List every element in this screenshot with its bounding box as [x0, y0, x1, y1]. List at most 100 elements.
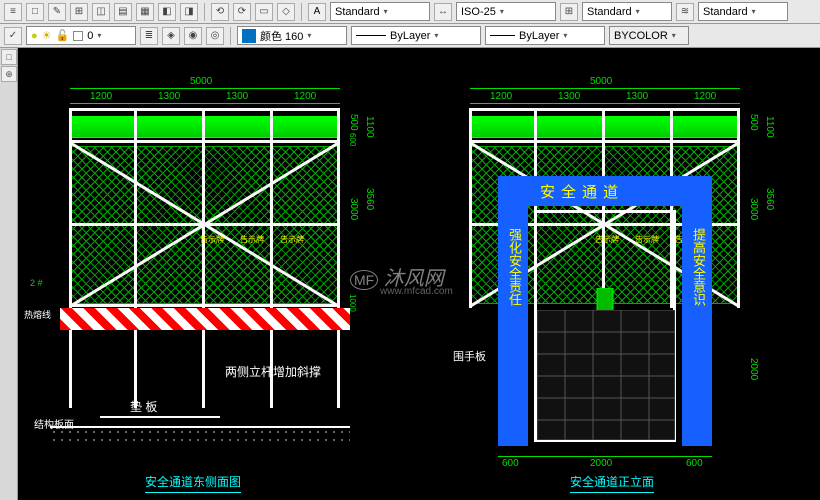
- dim-3000: 3000: [348, 198, 359, 220]
- dim-600: 600: [348, 133, 357, 146]
- floor-grid: [537, 310, 675, 440]
- sign-right-text: 提高安全意识: [689, 228, 708, 306]
- ground-hatch: [50, 426, 350, 444]
- chevron-down-icon: ▾: [752, 7, 756, 16]
- dim-5000-r: 5000: [590, 76, 612, 87]
- chevron-down-icon: ▾: [563, 31, 567, 40]
- sun-icon: ☀: [42, 29, 52, 42]
- table-style-dropdown[interactable]: Standard ▾: [582, 2, 672, 21]
- tool-icon-5[interactable]: ▤: [114, 3, 132, 21]
- top-green-band-right: [470, 116, 740, 138]
- hot-line-label: 热熔线: [24, 308, 51, 321]
- dim-1300: 1300: [158, 91, 180, 102]
- lock-icon: 🔓: [56, 29, 70, 42]
- tool-icon-12[interactable]: ◇: [277, 3, 295, 21]
- tool-icon-2[interactable]: ✎: [48, 3, 66, 21]
- tool-icon-11[interactable]: ▭: [255, 3, 273, 21]
- chevron-down-icon: ▾: [97, 31, 101, 40]
- plotstyle-dropdown[interactable]: BYCOLOR ▾: [609, 26, 689, 45]
- lineweight-value: ByLayer: [519, 30, 559, 42]
- watermark-logo-icon: MF: [350, 270, 378, 290]
- rail: [469, 108, 740, 111]
- layer-name: 0: [87, 30, 93, 42]
- linetype-dropdown[interactable]: ByLayer ▾: [351, 26, 481, 45]
- chevron-down-icon: ▾: [636, 7, 640, 16]
- dim-style-value: ISO-25: [461, 6, 496, 18]
- tool-icon-1[interactable]: □: [26, 3, 44, 21]
- watermark: MF 沐风网: [350, 262, 444, 291]
- dim-3560-r: 3560: [764, 188, 775, 210]
- watermark-text: 沐风网: [384, 268, 444, 290]
- side-tool-1[interactable]: □: [1, 49, 17, 65]
- separator: [301, 3, 302, 21]
- sign-top-text: 安全通道: [540, 181, 624, 202]
- dim-1000: 1000: [348, 294, 357, 312]
- linetype-value: ByLayer: [390, 30, 430, 42]
- table-style-value: Standard: [587, 6, 632, 18]
- lineweight-preview: [490, 35, 515, 36]
- sign-label-2: 告示牌: [240, 234, 264, 245]
- dim-1300: 1300: [226, 91, 248, 102]
- tool-icon-9[interactable]: ⟲: [211, 3, 229, 21]
- chevron-down-icon: ▾: [500, 7, 504, 16]
- plotstyle-value: BYCOLOR: [614, 30, 668, 42]
- pad-label: 垫 板: [130, 398, 157, 415]
- layer-dropdown[interactable]: ● ☀ 🔓 0 ▾: [26, 26, 136, 45]
- layer-icon[interactable]: ≡: [4, 3, 22, 21]
- side-toolbar: □ ⊕: [0, 48, 18, 500]
- dim-1200-r: 1200: [490, 91, 512, 102]
- style-toolbar: ≡ □ ✎ ⊞ ◫ ▤ ▦ ◧ ◨ ⟲ ⟳ ▭ ◇ A Standard ▾ ↔…: [0, 0, 820, 24]
- dim-5000: 5000: [190, 76, 212, 87]
- tool-icon-4[interactable]: ◫: [92, 3, 110, 21]
- drawing-canvas[interactable]: □ ⊕ 5000 1200 1300 1300 1200 告示牌 告示牌 告示牌…: [0, 48, 820, 500]
- chevron-down-icon: ▾: [384, 7, 388, 16]
- lineweight-dropdown[interactable]: ByLayer ▾: [485, 26, 605, 45]
- dim-1200: 1200: [90, 91, 112, 102]
- bulb-icon: ●: [31, 30, 38, 42]
- dim-500-r: 500: [748, 114, 759, 131]
- dim-3560: 3560: [364, 188, 375, 210]
- color-value: 颜色 160: [260, 28, 303, 44]
- separator: [204, 3, 205, 21]
- layer-tool-3[interactable]: ◉: [184, 27, 202, 45]
- chevron-down-icon: ▾: [434, 31, 438, 40]
- dim-1300-r: 1300: [626, 91, 648, 102]
- side-tool-2[interactable]: ⊕: [1, 66, 17, 82]
- dim-style-icon[interactable]: ↔: [434, 3, 452, 21]
- dim-1300-r: 1300: [558, 91, 580, 102]
- dim-1200: 1200: [294, 91, 316, 102]
- left-title: 安全通道东侧面图: [145, 473, 241, 493]
- handrail-note: 围手板: [453, 348, 486, 364]
- properties-toolbar: ✓ ● ☀ 🔓 0 ▾ ≣ ◈ ◉ ◎ 颜色 160 ▾ ByLayer ▾ B…: [0, 24, 820, 48]
- layer-tool-2[interactable]: ◈: [162, 27, 180, 45]
- dim-2000-r: 2000: [748, 358, 759, 380]
- dim-line: [70, 88, 340, 89]
- layer-tool-1[interactable]: ≣: [140, 27, 158, 45]
- layer-state-icon[interactable]: ✓: [4, 27, 22, 45]
- rail: [69, 108, 340, 111]
- tool-icon-6[interactable]: ▦: [136, 3, 154, 21]
- tool-icon-7[interactable]: ◧: [158, 3, 176, 21]
- text-style-icon[interactable]: A: [308, 3, 326, 21]
- hazard-stripe-left: [60, 308, 350, 330]
- ml-style-dropdown[interactable]: Standard ▾: [698, 2, 788, 21]
- dim-1100-r: 1100: [764, 116, 775, 138]
- sign-label-3: 告示牌: [280, 234, 304, 245]
- linetype-preview: [356, 35, 386, 36]
- text-style-dropdown[interactable]: Standard ▾: [330, 2, 430, 21]
- bracing-svg: [69, 142, 340, 307]
- tool-icon-8[interactable]: ◨: [180, 3, 198, 21]
- dim-3000-r: 3000: [748, 198, 759, 220]
- ml-style-icon[interactable]: ≋: [676, 3, 694, 21]
- tool-icon-10[interactable]: ⟳: [233, 3, 251, 21]
- tool-icon-3[interactable]: ⊞: [70, 3, 88, 21]
- layer-tool-4[interactable]: ◎: [206, 27, 224, 45]
- color-dropdown[interactable]: 颜色 160 ▾: [237, 26, 347, 45]
- right-title: 安全通道正立面: [570, 473, 654, 493]
- layer-color-swatch: [73, 31, 83, 41]
- watermark-url: www.mfcad.com: [380, 286, 453, 297]
- chevron-down-icon: ▾: [307, 31, 311, 40]
- dim-600-b2: 600: [686, 458, 703, 469]
- table-style-icon[interactable]: ⊞: [560, 3, 578, 21]
- dim-style-dropdown[interactable]: ISO-25 ▾: [456, 2, 556, 21]
